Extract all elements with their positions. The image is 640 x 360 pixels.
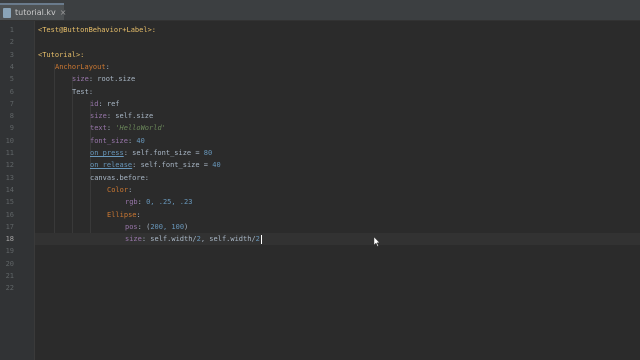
line-number: 5 (9, 75, 14, 84)
indent-guide (72, 76, 73, 244)
indent-guide (54, 64, 55, 244)
line-number: 21 (5, 272, 14, 280)
line-number: 9 (9, 124, 14, 133)
code-line-3: <Tutorial>: (38, 50, 85, 59)
code-line-4: AnchorLayout: (55, 62, 110, 71)
mouse-pointer-icon (374, 237, 380, 247)
line-number: 11 (5, 149, 14, 157)
kv-file-icon (3, 7, 11, 18)
code-line-11: on_press: self.font_size = 80 (90, 149, 213, 157)
line-number: 15 (5, 198, 14, 207)
line-number: 3 (9, 50, 14, 59)
code-line-7: id: ref (90, 99, 120, 108)
code-line-16: Ellipse: (107, 210, 141, 219)
editor-tab-bar: tutorial.kv × (0, 0, 640, 21)
line-number: 2 (9, 38, 14, 47)
line-number: 7 (9, 99, 14, 108)
line-number: 6 (9, 87, 14, 96)
code-line-13: canvas.before: (90, 173, 150, 182)
line-number: 1 (9, 26, 14, 34)
close-icon[interactable]: × (60, 8, 67, 17)
code-line-9: text: 'HelloWorld' (90, 124, 166, 133)
line-number: 19 (5, 247, 14, 256)
line-number: 16 (5, 210, 14, 219)
line-number: 14 (5, 185, 14, 194)
text-caret (260, 234, 262, 244)
tab-tutorial-kv[interactable]: tutorial.kv × (0, 3, 67, 20)
code-line-10: font_size: 40 (90, 136, 145, 145)
code-line-8: size: self.size (90, 112, 154, 121)
line-number: 4 (9, 62, 14, 71)
code-line-1: <Test@ButtonBehavior+Label>: (38, 26, 157, 34)
line-number: 12 (5, 161, 14, 170)
line-number: 17 (5, 222, 14, 231)
code-line-18-current: size: self.width/2, self.width/2 (35, 233, 640, 246)
line-number: 13 (5, 173, 14, 182)
code-line-6: Test: (72, 87, 94, 96)
line-number: 20 (5, 259, 14, 268)
code-editor[interactable]: <Test@ButtonBehavior+Label>: <Tutorial>:… (35, 21, 640, 360)
code-line-14: Color: (107, 185, 133, 194)
line-number: 18 (5, 235, 14, 244)
line-number: 8 (9, 112, 14, 121)
code-line-15: rgb: 0, .25, .23 (125, 198, 193, 207)
tab-label: tutorial.kv (15, 8, 56, 17)
line-number-gutter: 1 2 3 4 5 6 7 8 9 10 11 12 13 14 15 16 17 18 19 20 21 22 (0, 21, 35, 360)
code-line-17: pos: (200, 100) (125, 222, 189, 231)
code-line-12: on_release: self.font_size = 40 (90, 161, 221, 170)
line-number: 22 (5, 284, 14, 293)
code-line-5: size: root.size (72, 75, 136, 84)
line-number: 10 (5, 136, 14, 145)
